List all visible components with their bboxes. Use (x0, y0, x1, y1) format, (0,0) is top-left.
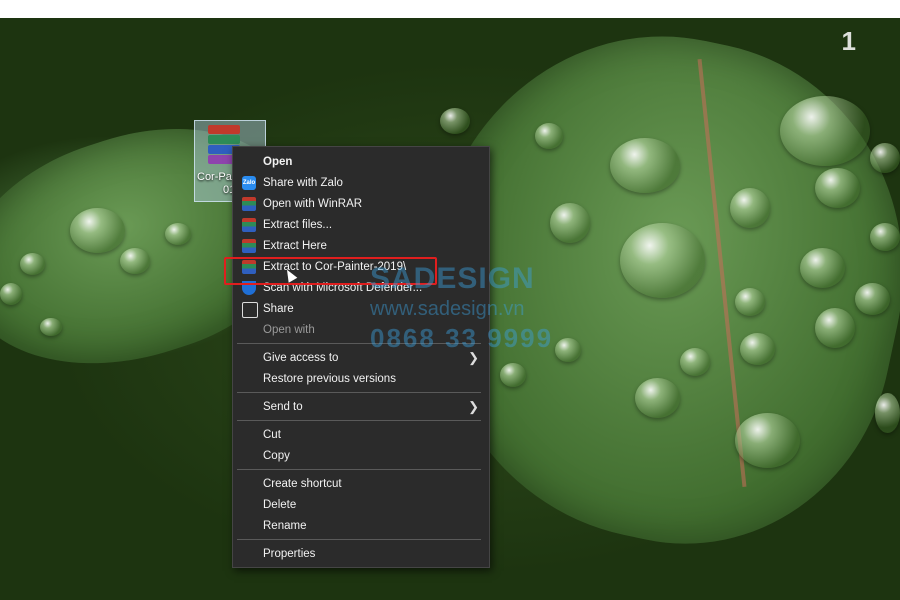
water-drop (730, 188, 770, 228)
water-drop (780, 96, 870, 166)
water-drop (740, 333, 775, 365)
zalo-icon: Zalo (242, 176, 256, 190)
water-drop (165, 223, 191, 245)
menu-item-extract-here[interactable]: Extract Here (233, 236, 489, 256)
water-drop (500, 363, 526, 387)
water-drop (535, 123, 563, 149)
step-number-badge: 1 (841, 26, 856, 56)
water-drop (440, 108, 470, 134)
menu-separator (237, 469, 481, 470)
water-drop (855, 283, 890, 315)
water-drop (815, 168, 860, 208)
water-drop (870, 143, 900, 173)
menu-item-open[interactable]: Open (233, 152, 489, 172)
water-drop (800, 248, 845, 288)
water-drop (550, 203, 590, 243)
share-icon (242, 302, 258, 318)
watermark-phone: 0868 33 9999 (370, 323, 554, 353)
winrar-icon (242, 197, 256, 211)
water-drop (555, 338, 581, 362)
menu-separator (237, 539, 481, 540)
water-drop (0, 283, 22, 305)
water-drop (20, 253, 45, 275)
menu-item-create-shortcut[interactable]: Create shortcut (233, 474, 489, 494)
water-drop (735, 288, 765, 316)
sadesign-watermark: SADESIGN www.sadesign.vn 0868 33 9999 (370, 262, 553, 354)
menu-item-share-with-zalo[interactable]: Zalo Share with Zalo (233, 173, 489, 193)
menu-item-copy[interactable]: Copy (233, 446, 489, 466)
menu-item-extract-files[interactable]: Extract files... (233, 215, 489, 235)
water-drop (70, 208, 125, 253)
water-drop (610, 138, 680, 193)
water-drop (680, 348, 710, 376)
chevron-right-icon: ❯ (468, 399, 479, 414)
water-drop (735, 413, 800, 468)
menu-item-cut[interactable]: Cut (233, 425, 489, 445)
winrar-icon (242, 218, 256, 232)
water-drop (120, 248, 150, 274)
winrar-icon (242, 239, 256, 253)
menu-separator (237, 420, 481, 421)
watermark-url: www.sadesign.vn (370, 298, 525, 320)
context-menu: Open Zalo Share with Zalo Open with WinR… (232, 146, 490, 568)
menu-item-open-with-winrar[interactable]: Open with WinRAR (233, 194, 489, 214)
menu-item-delete[interactable]: Delete (233, 495, 489, 515)
water-drop (635, 378, 680, 418)
menu-item-properties[interactable]: Properties (233, 544, 489, 564)
water-drop (870, 223, 900, 251)
menu-item-rename[interactable]: Rename (233, 516, 489, 536)
menu-separator (237, 392, 481, 393)
water-drop (620, 223, 705, 298)
water-drop (875, 393, 900, 433)
watermark-brand: SADESIGN (370, 262, 535, 295)
water-drop (815, 308, 855, 348)
menu-item-send-to[interactable]: Send to ❯ (233, 397, 489, 417)
water-drop (40, 318, 62, 336)
menu-item-restore-previous-versions[interactable]: Restore previous versions (233, 369, 489, 389)
